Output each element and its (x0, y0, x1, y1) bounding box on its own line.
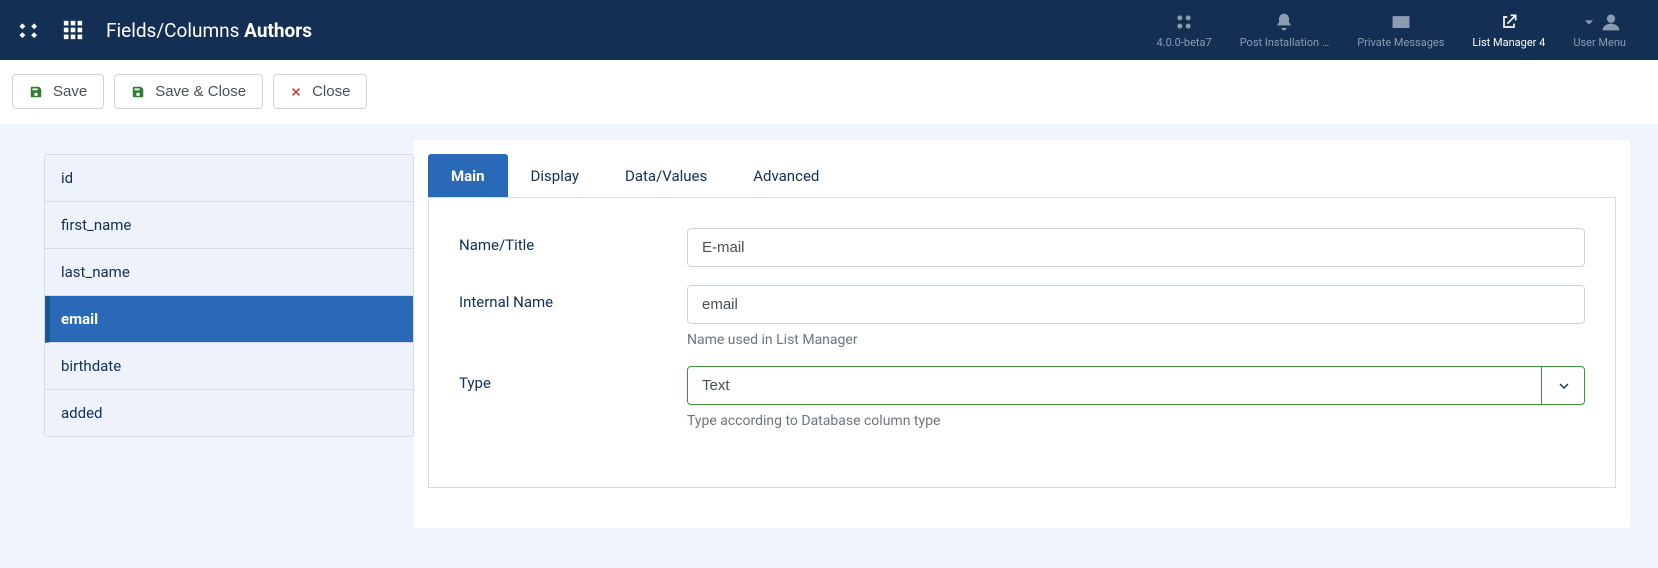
content-panel: Main Display Data/Values Advanced Name/T… (414, 140, 1630, 528)
sidebar-item-email[interactable]: email (45, 296, 413, 343)
sidebar-item-label: added (61, 404, 103, 422)
envelope-icon (1391, 12, 1411, 32)
tab-label: Data/Values (625, 167, 707, 185)
help-internal-name: Name used in List Manager (687, 332, 1585, 348)
field-internal-name: Name used in List Manager (687, 285, 1585, 348)
field-name-title (687, 228, 1585, 267)
row-name-title: Name/Title (459, 228, 1585, 267)
sidebar-item-label: first_name (61, 216, 131, 234)
sidebar-item-birthdate[interactable]: birthdate (45, 343, 413, 390)
close-button-label: Close (312, 83, 350, 100)
row-type: Type Text Type according to Database col… (459, 366, 1585, 429)
topbar-item-label: Private Messages (1357, 36, 1444, 49)
user-menu-icon-wrap (1579, 12, 1621, 32)
tab-advanced[interactable]: Advanced (730, 154, 842, 197)
apps-grid-icon[interactable] (62, 19, 84, 41)
save-close-button-label: Save & Close (155, 83, 246, 100)
label-internal-name: Internal Name (459, 285, 687, 311)
close-icon (290, 86, 302, 98)
user-icon (1601, 12, 1621, 32)
sidebar-item-label: id (61, 169, 73, 187)
main-area: id first_name last_name email birthdate … (0, 124, 1658, 568)
save-icon (131, 85, 145, 99)
topbar-item-label: User Menu (1573, 36, 1626, 49)
page-title-prefix: Fields/Columns (106, 19, 244, 42)
select-type[interactable]: Text (687, 366, 1585, 405)
tab-main[interactable]: Main (428, 154, 508, 197)
page-title-bold: Authors (244, 19, 312, 42)
joomla-logo-icon[interactable] (18, 19, 40, 41)
sidebar-item-added[interactable]: added (45, 390, 413, 436)
joomla-icon (1174, 12, 1194, 32)
topbar-item-label: Post Installation … (1240, 36, 1330, 49)
sidebar-item-first-name[interactable]: first_name (45, 202, 413, 249)
tab-data-values[interactable]: Data/Values (602, 154, 730, 197)
save-close-button[interactable]: Save & Close (114, 74, 263, 109)
sidebar-item-label: birthdate (61, 357, 121, 375)
sidebar-item-id[interactable]: id (45, 155, 413, 202)
close-button[interactable]: Close (273, 74, 367, 109)
row-internal-name: Internal Name Name used in List Manager (459, 285, 1585, 348)
topbar-user-menu[interactable]: User Menu (1559, 0, 1640, 60)
topbar-private-messages[interactable]: Private Messages (1343, 0, 1458, 60)
topbar: Fields/Columns Authors 4.0.0-beta7 Post … (0, 0, 1658, 60)
save-button-label: Save (53, 83, 87, 100)
topbar-item-label: 4.0.0-beta7 (1157, 36, 1212, 49)
tab-label: Advanced (753, 167, 819, 185)
input-internal-name[interactable] (687, 285, 1585, 324)
label-name-title: Name/Title (459, 228, 687, 254)
external-link-icon (1499, 12, 1519, 32)
topbar-joomla-version[interactable]: 4.0.0-beta7 (1143, 0, 1226, 60)
help-type: Type according to Database column type (687, 413, 1585, 429)
form-area: Name/Title Internal Name Name used in Li… (428, 198, 1616, 488)
tab-label: Display (531, 167, 579, 185)
chevron-down-icon (1579, 12, 1599, 32)
topbar-list-manager[interactable]: List Manager 4 (1458, 0, 1559, 60)
topbar-item-label: List Manager 4 (1472, 36, 1545, 49)
toolbar: Save Save & Close Close (0, 60, 1658, 124)
page-title: Fields/Columns Authors (106, 19, 312, 42)
tabs: Main Display Data/Values Advanced (428, 154, 1616, 198)
label-type: Type (459, 366, 687, 392)
sidebar-item-last-name[interactable]: last_name (45, 249, 413, 296)
save-button[interactable]: Save (12, 74, 104, 109)
sidebar-item-label: email (61, 310, 98, 328)
bell-icon (1274, 12, 1294, 32)
field-type: Text Type according to Database column t… (687, 366, 1585, 429)
sidebar-item-label: last_name (61, 263, 130, 281)
fields-sidebar: id first_name last_name email birthdate … (44, 154, 414, 437)
save-icon (29, 85, 43, 99)
topbar-right: 4.0.0-beta7 Post Installation … Private … (1143, 0, 1640, 60)
topbar-left: Fields/Columns Authors (18, 19, 312, 42)
tab-label: Main (451, 167, 485, 185)
select-wrap-type: Text (687, 366, 1585, 405)
input-name-title[interactable] (687, 228, 1585, 267)
tab-display[interactable]: Display (508, 154, 602, 197)
topbar-post-installation[interactable]: Post Installation … (1226, 0, 1344, 60)
